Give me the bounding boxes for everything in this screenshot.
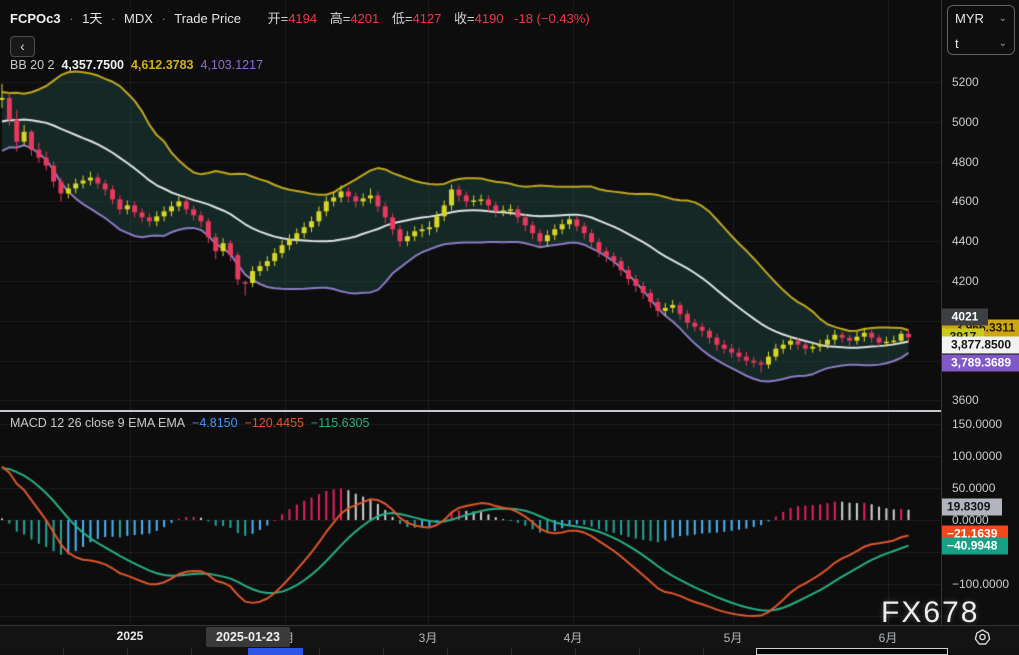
axis-tick-label: 4400 xyxy=(952,234,979,248)
separator-dot: · xyxy=(69,11,73,26)
macd-hist-value: −4.8150 xyxy=(192,416,238,430)
minimap-strip[interactable] xyxy=(0,648,1019,655)
macd-signal-badge: −40.9948 xyxy=(942,538,1008,555)
chevron-down-icon: ⌄ xyxy=(999,31,1007,56)
separator-dot: · xyxy=(111,11,115,26)
bb-upper-value: 4,612.3783 xyxy=(131,58,194,72)
bb-indicator-legend[interactable]: BB 20 2 4,357.7500 4,612.3783 4,103.1217 xyxy=(10,58,263,72)
symbol-name[interactable]: FCPOc3 xyxy=(10,11,61,26)
axis-tick-label: 5000 xyxy=(952,115,979,129)
macd-hist-badge: 19.8309 xyxy=(942,499,1002,516)
axis-tick-label: −100.0000 xyxy=(952,577,1009,591)
macd-signal-value: −115.6305 xyxy=(311,416,370,430)
time-axis[interactable]: 2025-01-23 20252月3月4月5月6月 xyxy=(0,625,1019,648)
minimap-segments xyxy=(0,648,756,655)
axis-tick-label: 3600 xyxy=(952,393,979,407)
series-label: Trade Price xyxy=(174,11,241,26)
open-value: 4194 xyxy=(288,11,317,26)
open-label: 开= xyxy=(268,11,289,26)
separator-dot: · xyxy=(162,11,166,26)
close-value: 4190 xyxy=(475,11,504,26)
minimap-highlight[interactable] xyxy=(248,648,303,655)
ohlc-values: 开=4194 高=4201 低=4127 收=4190 -18 (−0.43%) xyxy=(259,11,590,26)
crosshair-price-badge: 4021 xyxy=(942,308,988,325)
low-label: 低= xyxy=(392,11,413,26)
macd-line-value: −120.4455 xyxy=(245,416,304,430)
macd-indicator-legend[interactable]: MACD 12 26 close 9 EMA EMA −4.8150 −120.… xyxy=(10,416,369,430)
high-value: 4201 xyxy=(350,11,379,26)
bb-basis-current-badge: 3,877.8500 xyxy=(942,337,1019,354)
fx678-watermark: FX678 xyxy=(881,596,979,630)
back-button[interactable]: ‹ xyxy=(10,36,35,57)
minimap-viewport-box[interactable] xyxy=(756,648,948,655)
axis-tick-label: 4600 xyxy=(952,194,979,208)
unit-dropdown[interactable]: t ⌄ xyxy=(948,31,1014,56)
interval-label[interactable]: 1天 xyxy=(82,11,102,26)
time-tick-month: 5月 xyxy=(724,629,743,646)
currency-dropdown[interactable]: MYR ⌄ xyxy=(948,6,1014,31)
change-value: -18 (−0.43%) xyxy=(514,11,590,26)
bb-title: BB 20 2 xyxy=(10,58,54,72)
exchange-label: MDX xyxy=(124,11,153,26)
unit-value: t xyxy=(955,31,959,56)
macd-title: MACD 12 26 close 9 EMA EMA xyxy=(10,416,185,430)
bb-lower-value: 4,103.1217 xyxy=(200,58,263,72)
axis-tick-label: 4800 xyxy=(952,155,979,169)
axis-tick-label: 150.0000 xyxy=(952,417,1002,431)
axis-tick-label: 100.0000 xyxy=(952,449,1002,463)
time-tick-month: 4月 xyxy=(564,629,583,646)
price-axis[interactable]: MYR ⌄ t ⌄ 5200 5000 4800 4600 4400 4200 3600 15… xyxy=(941,0,1019,648)
bb-basis-value: 4,357.7500 xyxy=(61,58,124,72)
trading-chart-app: FCPOc3 · 1天 · MDX · Trade Price 开=4194 高… xyxy=(0,0,1019,655)
currency-unit-box: MYR ⌄ t ⌄ xyxy=(947,5,1015,55)
low-value: 4127 xyxy=(412,11,441,26)
axis-tick-label: 50.0000 xyxy=(952,481,995,495)
time-tick-year: 2025 xyxy=(117,629,144,643)
pane-divider[interactable] xyxy=(0,410,1019,412)
bb-lower-current-badge: 3,789.3689 xyxy=(942,354,1019,371)
axis-tick-label: 4200 xyxy=(952,274,979,288)
macd-pane-canvas[interactable] xyxy=(0,412,941,625)
close-label: 收= xyxy=(454,11,475,26)
symbol-header: FCPOc3 · 1天 · MDX · Trade Price 开=4194 高… xyxy=(10,8,590,27)
crosshair-date-badge: 2025-01-23 xyxy=(206,627,290,647)
time-tick-month: 3月 xyxy=(419,629,438,646)
chevron-left-icon: ‹ xyxy=(20,38,25,54)
time-tick-month: 6月 xyxy=(879,629,898,646)
currency-value: MYR xyxy=(955,6,984,31)
chevron-down-icon: ⌄ xyxy=(999,6,1007,31)
high-label: 高= xyxy=(330,11,351,26)
axis-settings-gear-icon[interactable] xyxy=(974,629,991,646)
axis-tick-label: 5200 xyxy=(952,75,979,89)
